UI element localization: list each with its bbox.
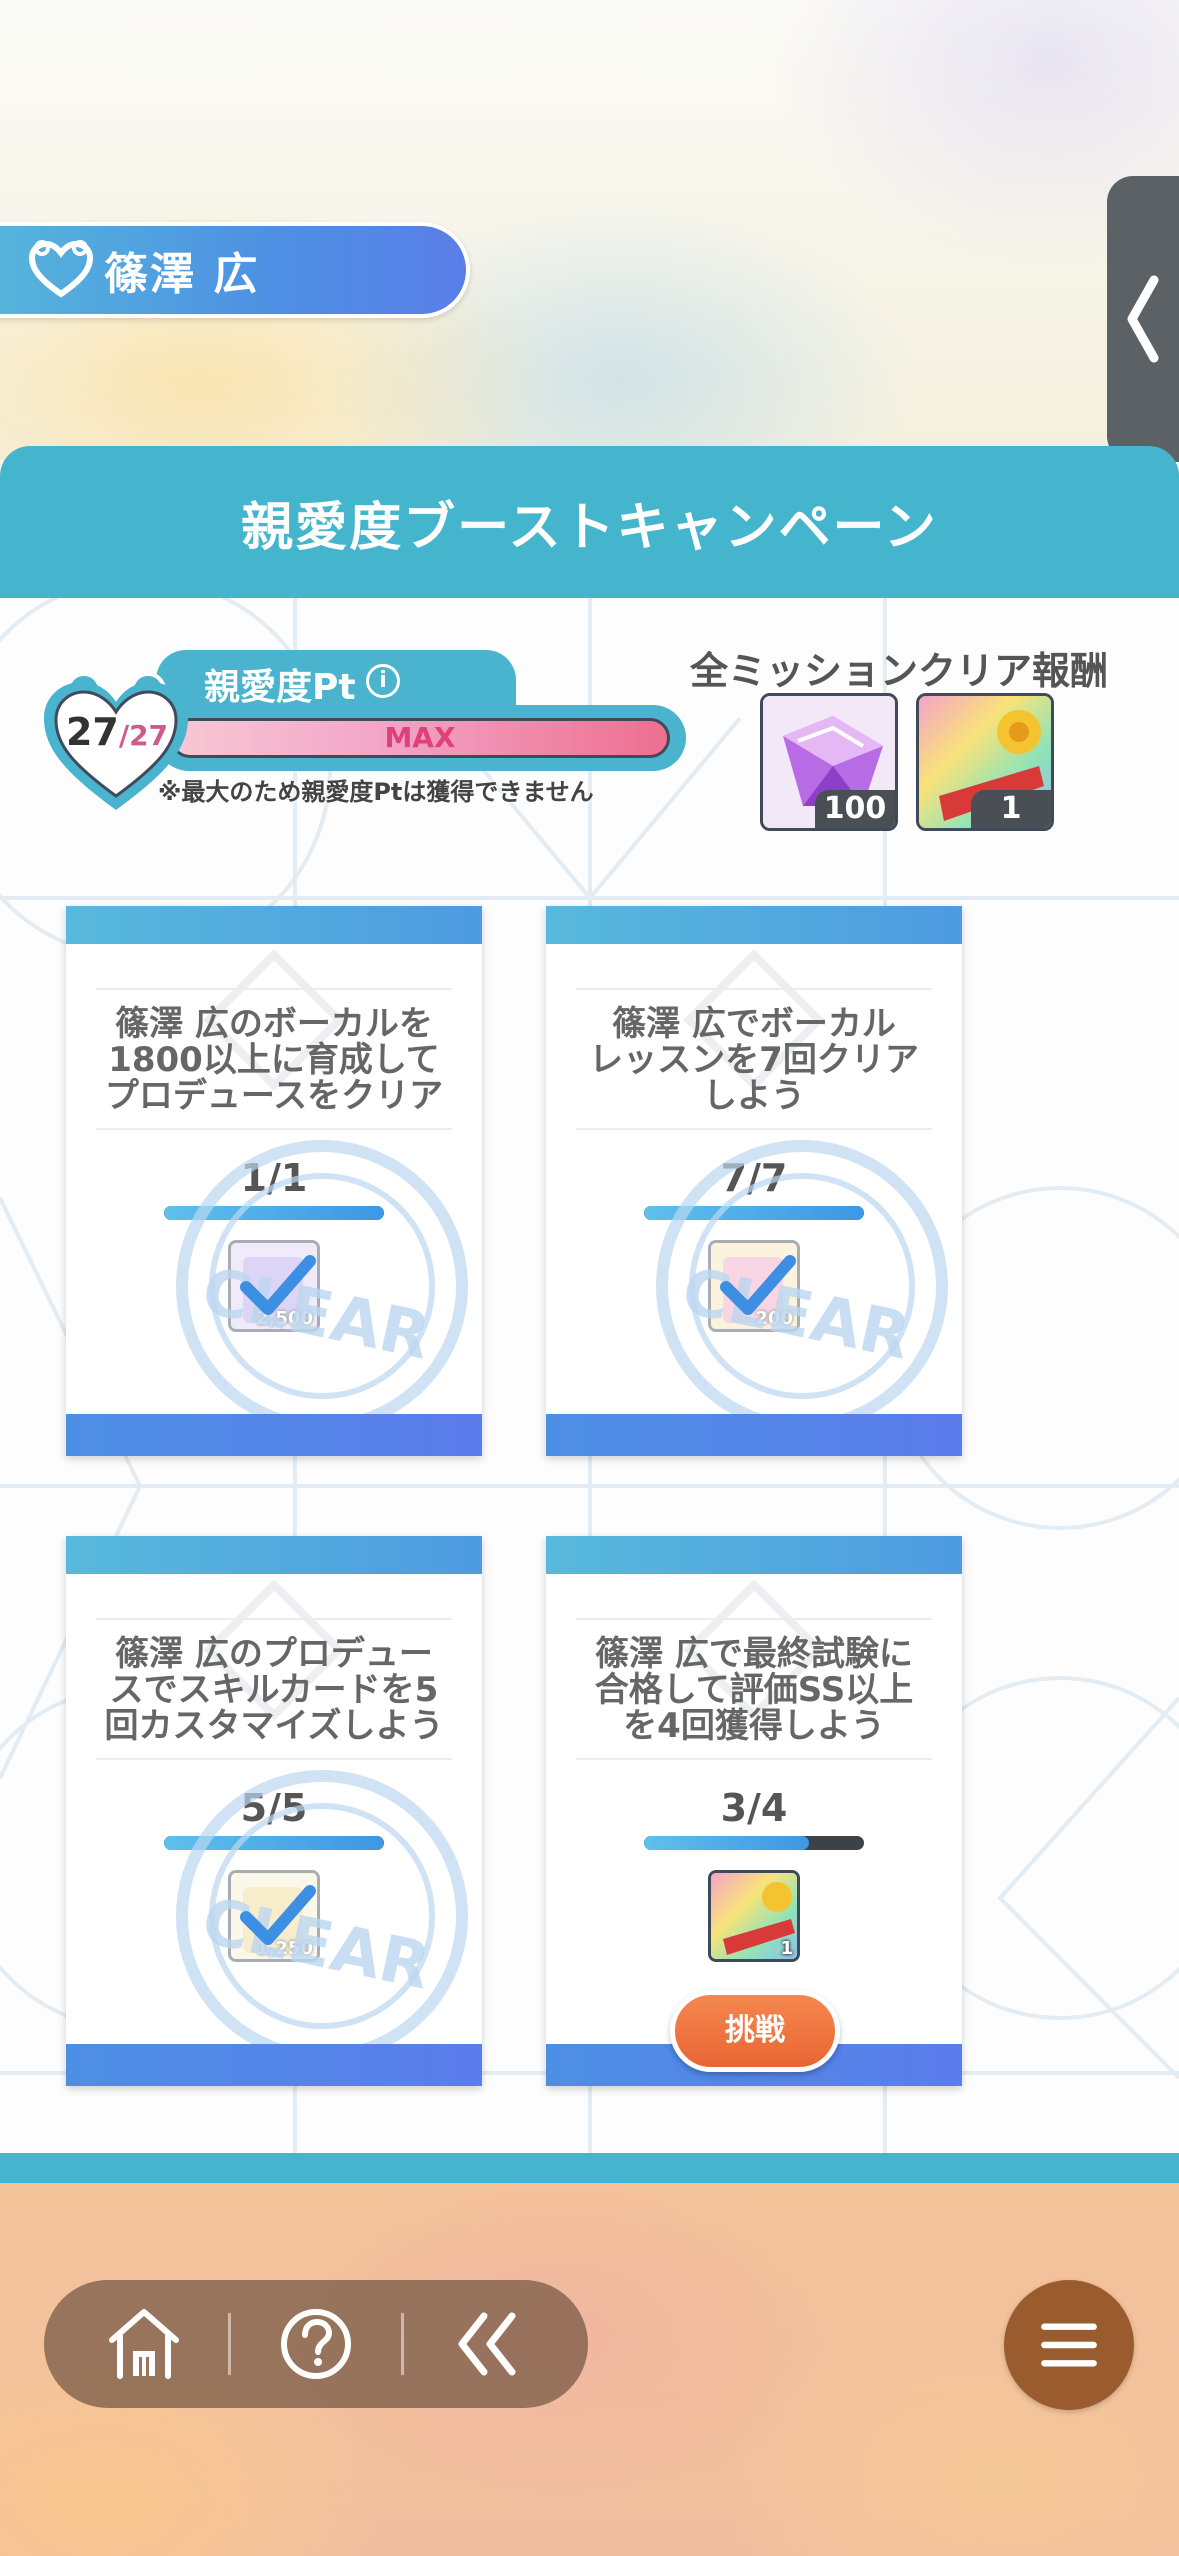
campaign-header: 親愛度ブーストキャンペーン: [0, 446, 1179, 598]
nav-separator: [400, 2313, 404, 2375]
reward-count: 1: [780, 1938, 793, 1959]
menu-button[interactable]: [1004, 2280, 1134, 2410]
affection-bar-frame: MAX: [156, 705, 686, 771]
bottom-nav: [44, 2280, 588, 2408]
card-divider: [96, 988, 452, 990]
reward-count: 100: [815, 790, 895, 828]
card-top-band: [546, 906, 962, 944]
affection-max-label: MAX: [384, 721, 456, 754]
progress-fill: [164, 1206, 384, 1220]
challenge-button[interactable]: 挑戦: [670, 1990, 840, 2072]
check-icon: [720, 1255, 796, 1315]
card-divider: [576, 1128, 932, 1130]
back-icon: [458, 2312, 516, 2376]
affection-note: ※最大のため親愛度Ptは獲得できません: [158, 778, 594, 806]
mission-progress: 1/1: [240, 1156, 308, 1200]
all-reward-item-jewel[interactable]: 100: [760, 693, 898, 831]
back-button[interactable]: [433, 2294, 543, 2394]
panel-bottom-border: [0, 2153, 1179, 2183]
affection-title: 親愛度Pt: [204, 667, 356, 708]
card-top-band: [546, 1536, 962, 1574]
mission-card[interactable]: 篠澤 広でボーカル レッスンを7回クリア しよう 7/7 200 CLEAR: [546, 906, 962, 1456]
card-divider: [576, 1758, 932, 1760]
mission-progress: 7/7: [720, 1156, 788, 1200]
check-icon: [240, 1255, 316, 1315]
affection-meter: MAX 親愛度Pt i 27/27 ※最大のため親愛度Ptは獲得できません: [36, 650, 686, 820]
home-button[interactable]: [89, 2294, 199, 2394]
mission-progress-bar: [164, 1206, 384, 1220]
card-divider: [576, 1618, 932, 1620]
card-top-band: [66, 906, 482, 944]
info-icon[interactable]: i: [366, 664, 400, 698]
mission-progress-bar: [164, 1836, 384, 1850]
help-icon: [280, 2309, 351, 2379]
mission-card[interactable]: 篠澤 広のプロデュー スでスキルカードを5 回カスタマイズしよう 5/5 1,2…: [66, 1536, 482, 2086]
check-icon: [240, 1885, 316, 1945]
mission-description: 篠澤 広で最終試験に 合格して評価SS以上 を4回獲得しよう: [594, 1634, 914, 1746]
affection-value: 27/27: [62, 710, 172, 754]
mission-progress-bar: [644, 1206, 864, 1220]
mission-reward[interactable]: 1: [708, 1870, 800, 1962]
mission-description: 篠澤 広のボーカルを 1800以上に育成して プロデュースをクリア: [104, 1004, 444, 1116]
menu-icon: [1041, 2323, 1097, 2367]
chevron-left-icon: [1127, 275, 1159, 363]
card-bottom-band: [66, 2044, 482, 2086]
progress-fill: [164, 1836, 384, 1850]
card-bottom-band: [546, 1414, 962, 1456]
affection-bar: MAX: [170, 718, 670, 758]
progress-fill: [644, 1206, 864, 1220]
home-icon: [108, 2309, 179, 2379]
card-divider: [96, 1128, 452, 1130]
side-panel-toggle[interactable]: [1107, 176, 1179, 462]
all-mission-reward-title: 全ミッションクリア報酬: [690, 649, 1109, 693]
character-name-badge: 篠澤 広: [0, 222, 470, 318]
mission-progress: 5/5: [240, 1786, 308, 1830]
character-name: 篠澤 広: [104, 249, 260, 300]
reward-count: 1: [971, 790, 1051, 828]
card-divider: [96, 1758, 452, 1760]
card-top-band: [66, 1536, 482, 1574]
affection-current: 27: [65, 710, 119, 754]
mission-description: 篠澤 広のプロデュー スでスキルカードを5 回カスタマイズしよう: [104, 1634, 444, 1746]
card-divider: [96, 1618, 452, 1620]
campaign-title: 親愛度ブーストキャンペーン: [241, 497, 938, 558]
all-reward-item-book[interactable]: 1: [916, 693, 1054, 831]
mission-progress: 3/4: [720, 1786, 788, 1830]
nav-separator: [228, 2313, 232, 2375]
mission-card[interactable]: 篠澤 広のボーカルを 1800以上に育成して プロデュースをクリア 1/1 2,…: [66, 906, 482, 1456]
affection-max: /27: [118, 719, 169, 752]
mission-description: 篠澤 広でボーカル レッスンを7回クリア しよう: [589, 1004, 919, 1116]
mission-progress-bar: [644, 1836, 864, 1850]
progress-fill: [644, 1836, 809, 1850]
help-button[interactable]: [261, 2294, 371, 2394]
heart-outline-icon: [28, 240, 94, 298]
card-divider: [576, 988, 932, 990]
card-bottom-band: [66, 1414, 482, 1456]
